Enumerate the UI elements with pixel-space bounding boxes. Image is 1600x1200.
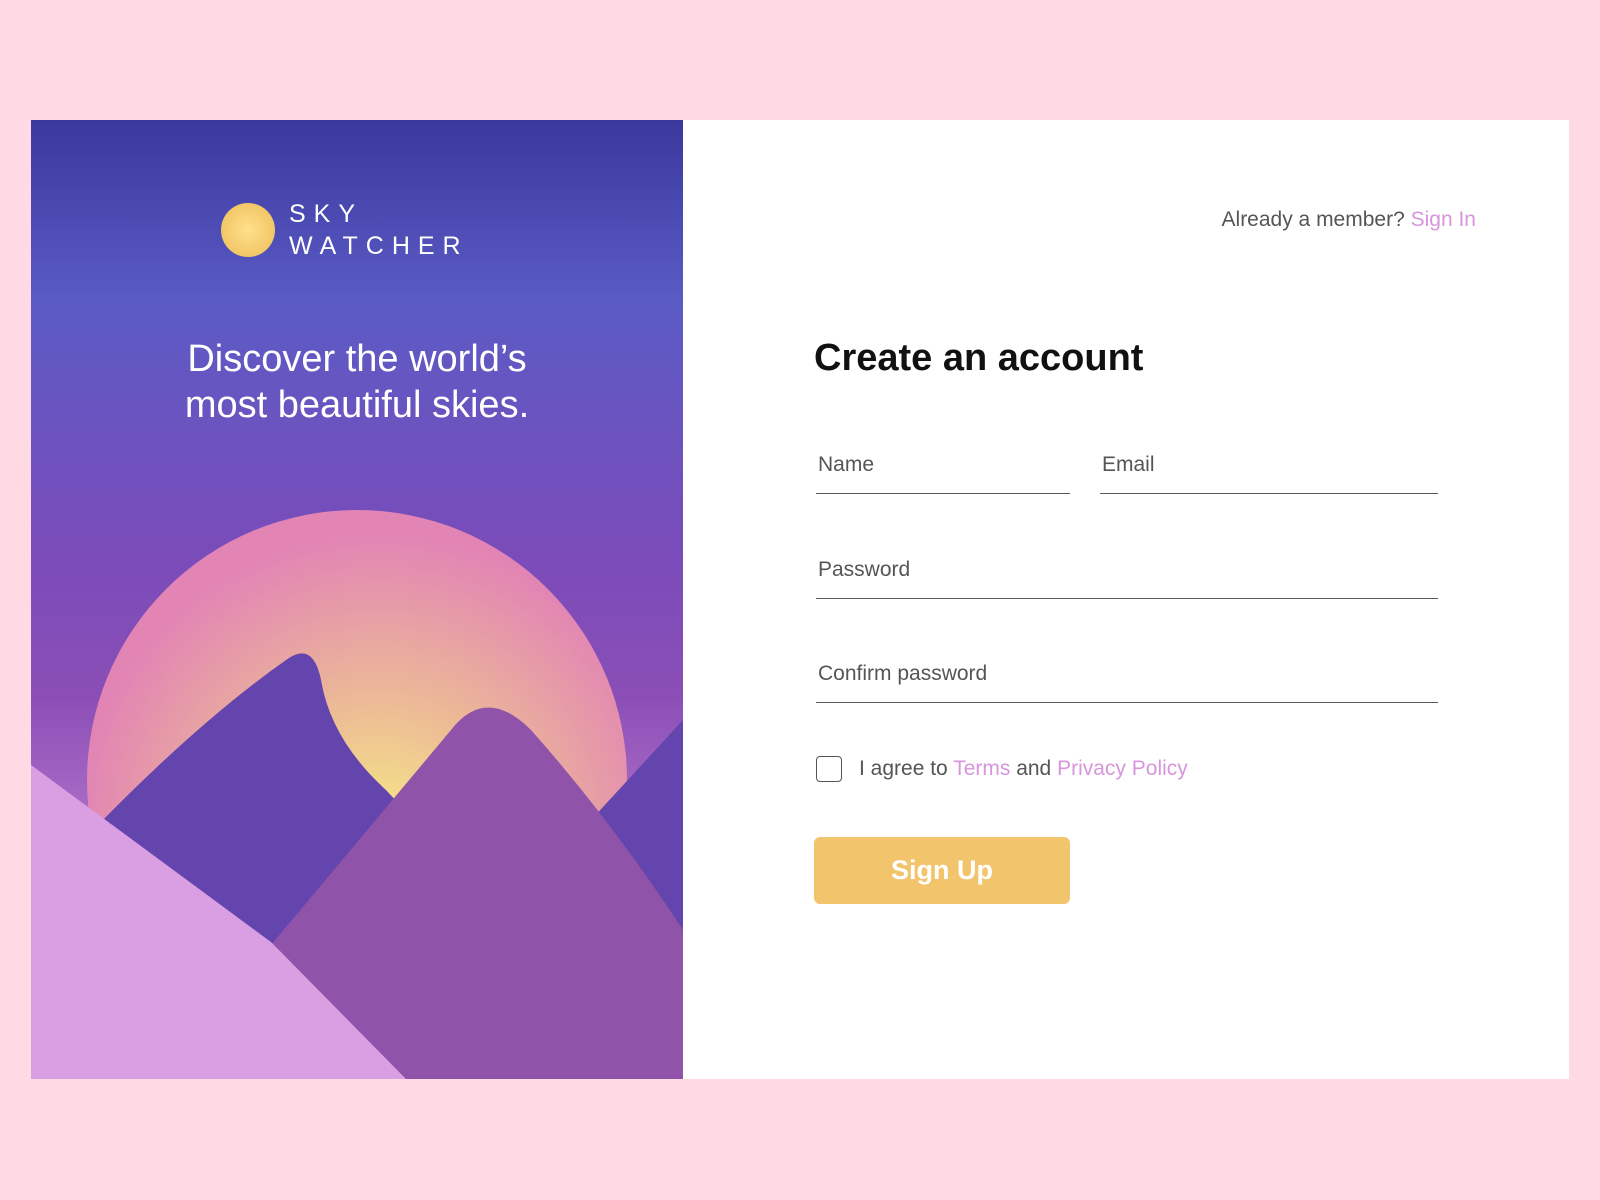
terms-agreement-text: I agree to Terms and Privacy Policy [859,757,1188,781]
hero-tagline: Discover the world’s most beautiful skie… [31,336,683,428]
terms-link[interactable]: Terms [953,757,1010,780]
sign-up-button[interactable]: Sign Up [814,837,1070,904]
agree-prefix: I agree to [859,757,954,780]
form-panel: Already a member? Sign In Create an acco… [683,120,1569,1079]
brand-logo: SKY WATCHER [221,198,469,262]
password-field[interactable] [816,551,1438,599]
mountain-sunset-illustration [31,510,683,1079]
terms-agreement: I agree to Terms and Privacy Policy [816,756,1188,782]
brand-line-1: SKY [289,200,364,228]
hero-panel: SKY WATCHER Discover the world’s most be… [31,120,683,1079]
tagline-line-1: Discover the world’s [187,338,527,380]
confirm-password-field[interactable] [816,655,1438,703]
agree-middle: and [1010,757,1058,780]
brand-name: SKY WATCHER [289,198,469,262]
member-prompt-text: Already a member? [1221,208,1405,231]
signup-card: SKY WATCHER Discover the world’s most be… [31,120,1569,1079]
tagline-line-2: most beautiful skies. [184,384,530,426]
privacy-policy-link[interactable]: Privacy Policy [1057,757,1188,780]
sign-in-prompt: Already a member? Sign In [1222,208,1476,232]
sign-in-link[interactable]: Sign In [1411,208,1476,231]
page-title: Create an account [814,337,1144,379]
sun-icon [221,203,275,257]
email-field[interactable] [1100,446,1438,494]
terms-checkbox[interactable] [816,756,842,782]
brand-line-2: WATCHER [289,232,469,260]
name-field[interactable] [816,446,1070,494]
